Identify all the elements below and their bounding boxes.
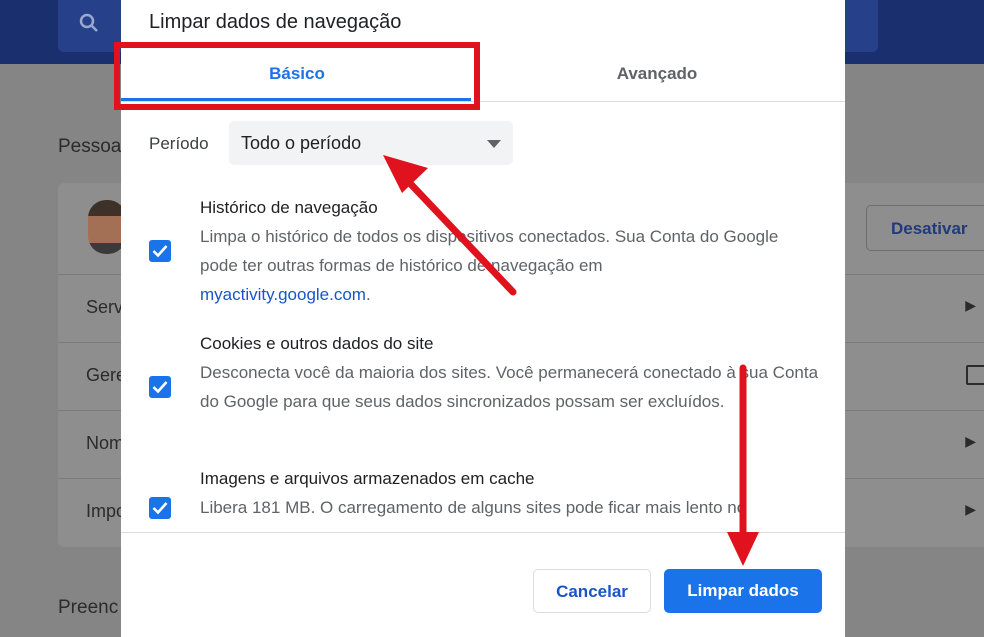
item-description-cache: Libera 181 MB. O carregamento de alguns … [200, 498, 747, 517]
item-title-cache: Imagens e arquivos armazenados em cache [200, 469, 535, 488]
link-suffix: . [365, 285, 371, 304]
chevron-right-icon: ▶ [965, 501, 976, 517]
dialog-footer: Cancelar Limpar dados [121, 532, 845, 637]
section-title-autofill: Preenc [58, 597, 119, 618]
item-title-browsing-history: Histórico de navegação [200, 198, 378, 217]
chevron-right-icon: ▶ [965, 297, 976, 313]
item-title-cookies: Cookies e outros dados do site [200, 334, 434, 353]
annotation-highlight-box [114, 42, 480, 110]
item-description-browsing-history: Limpa o histórico de todos os dispositiv… [200, 222, 820, 309]
period-selected-value: Todo o período [241, 133, 362, 153]
search-icon[interactable] [78, 12, 100, 34]
settings-row-label: Serv [86, 297, 124, 317]
clear-data-button[interactable]: Limpar dados [664, 569, 822, 613]
checkbox-cookies[interactable] [149, 376, 171, 398]
checkbox-cache[interactable] [149, 497, 171, 519]
cancel-button[interactable]: Cancelar [533, 569, 651, 613]
checkbox-browsing-history[interactable] [149, 240, 171, 262]
period-label: Período [149, 134, 209, 153]
settings-row-label: Nom [86, 433, 125, 453]
external-link-icon[interactable] [966, 365, 984, 385]
section-title-people: Pessoa [58, 136, 122, 157]
dialog-title: Limpar dados de navegação [149, 11, 402, 33]
myactivity-link[interactable]: myactivity.google.com [200, 285, 366, 304]
chevron-right-icon: ▶ [965, 433, 976, 449]
dropdown-arrow-icon [487, 140, 501, 148]
period-select[interactable]: Todo o período [229, 121, 513, 165]
item-description-cookies: Desconecta você da maioria dos sites. Vo… [200, 363, 819, 411]
disable-sync-button[interactable]: Desativar [866, 205, 984, 251]
tab-advanced[interactable]: Avançado [477, 46, 837, 102]
item-description-text: Limpa o histórico de todos os dispositiv… [200, 227, 779, 275]
